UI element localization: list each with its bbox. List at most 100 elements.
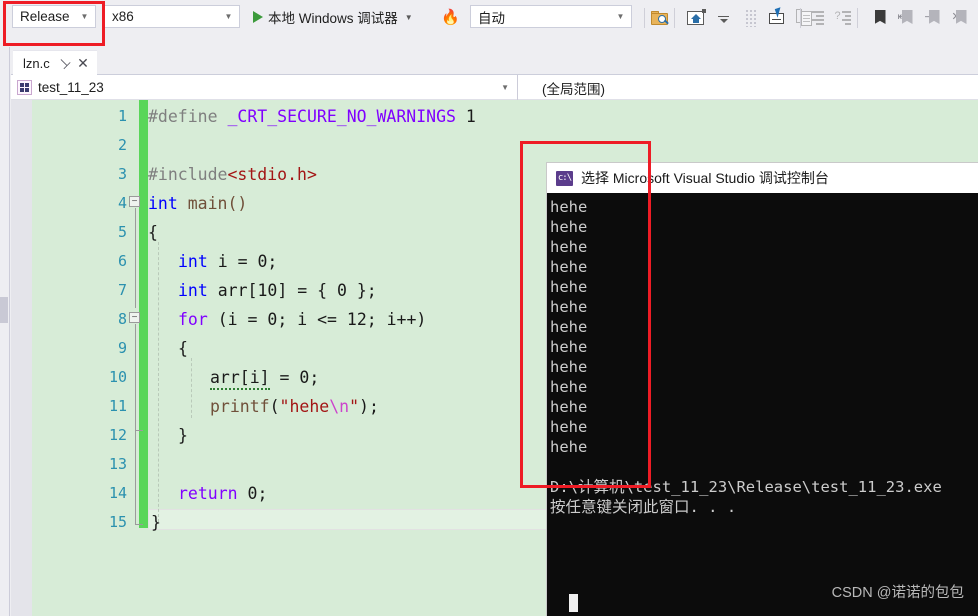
navbar-type-dropdown[interactable]: test_11_23 ▼ — [11, 75, 518, 100]
code-navigation-bar: test_11_23 ▼ (全局范围) — [11, 75, 978, 100]
chevron-down-icon: ▼ — [80, 11, 89, 21]
console-line: hehe — [550, 338, 588, 356]
code-line-10: arr[i] = 0; — [210, 368, 320, 390]
code-line-1: #define _CRT_SECURE_NO_WARNINGS 1 — [148, 107, 476, 126]
token-one: 1 — [465, 107, 476, 126]
code-line-4: int main() — [148, 194, 247, 213]
code-line-3: #include<stdio.h> — [148, 165, 317, 184]
console-title-text: 选择 Microsoft Visual Studio 调试控制台 — [581, 170, 829, 186]
fold-guide — [135, 430, 136, 524]
console-line: hehe — [550, 218, 588, 236]
console-line: hehe — [550, 378, 588, 396]
console-line: hehe — [550, 298, 588, 316]
fold-toggle-main[interactable]: − — [129, 196, 140, 207]
toolbar-divider — [644, 7, 645, 28]
token-crt-macro: _CRT_SECURE_NO_WARNINGS — [227, 107, 456, 126]
toolbar-divider — [800, 7, 801, 28]
tab-label: lzn.c — [23, 55, 50, 71]
chevron-down-icon: ▼ — [224, 11, 233, 21]
start-debugging-label: 本地 Windows 调试器 — [268, 11, 398, 26]
line-number: 13 — [108, 455, 127, 473]
token-assign-zero: = 0; — [269, 368, 320, 387]
token-string-end: " — [349, 397, 360, 416]
cursor-window-icon[interactable] — [765, 5, 790, 30]
fold-toggle-for[interactable]: − — [129, 312, 140, 323]
visual-studio-window: Release ▼ x86 ▼ 本地 Windows 调试器 ▼ 🔥 自动 ▼ — [0, 0, 978, 616]
token-int: int — [178, 281, 208, 300]
prev-bookmark-icon[interactable]: ⇤ — [893, 5, 918, 30]
toolbar-group-search — [644, 5, 675, 30]
line-number: 14 — [108, 484, 127, 502]
debug-type-value: 自动 — [478, 10, 505, 26]
indent-guide — [158, 242, 159, 522]
code-line-12: } — [178, 426, 188, 445]
solution-configuration-dropdown[interactable]: Release ▼ — [12, 5, 96, 28]
home-window-icon[interactable] — [684, 5, 709, 30]
token-paren-open: ( — [269, 397, 280, 416]
drop-line-icon[interactable] — [711, 5, 736, 30]
navbar-type-value: test_11_23 — [38, 80, 104, 95]
debug-type-dropdown[interactable]: 自动 ▼ — [470, 5, 632, 28]
console-caret — [569, 594, 578, 612]
toolbar-group-bookmarks: ⇤ ⇥ ✕ — [866, 5, 972, 30]
console-line: hehe — [550, 358, 588, 376]
close-icon[interactable]: ✕ — [77, 56, 89, 70]
line-number: 6 — [117, 252, 127, 270]
indent-guide — [191, 358, 192, 418]
code-line-7: int arr[10] = { 0 }; — [178, 281, 377, 300]
console-line: hehe — [550, 398, 588, 416]
hot-reload-icon[interactable]: 🔥 — [441, 9, 460, 26]
code-line-6: int i = 0; — [178, 252, 277, 271]
indent-icon[interactable] — [803, 5, 828, 30]
line-number: 15 — [108, 513, 127, 531]
left-tool-window-strip[interactable] — [0, 47, 10, 616]
chevron-down-icon: ▼ — [616, 11, 625, 21]
csdn-watermark: CSDN @诺诺的包包 — [831, 585, 964, 601]
solution-platform-value: x86 — [112, 9, 134, 24]
next-bookmark-icon[interactable]: ⇥ — [920, 5, 945, 30]
start-debugging-button[interactable]: 本地 Windows 调试器 ▼ — [250, 6, 416, 28]
folder-search-icon[interactable] — [647, 5, 672, 30]
clear-bookmarks-icon[interactable]: ✕ — [947, 5, 972, 30]
dotted-grip-icon — [738, 5, 763, 30]
toolbar-group-indent: ? — [800, 5, 858, 30]
fold-guide-end — [135, 524, 143, 525]
editor-breakpoint-gutter[interactable] — [11, 100, 32, 616]
line-number: 8 — [117, 310, 127, 328]
token-printf: printf — [210, 397, 270, 416]
solution-platform-dropdown[interactable]: x86 ▼ — [104, 5, 240, 28]
bookmark-icon[interactable] — [866, 5, 891, 30]
console-exe-path: D:\计算机\test_11_23\Release\test_11_23.exe — [550, 478, 942, 496]
token-int: int — [178, 252, 208, 271]
debug-console-window[interactable]: c:\ 选择 Microsoft Visual Studio 调试控制台 heh… — [547, 163, 978, 616]
console-output-area[interactable]: hehe hehe hehe hehe hehe hehe hehe hehe … — [547, 193, 978, 616]
token-brace-open: { — [148, 223, 158, 242]
navbar-member-dropdown[interactable]: (全局范围) — [518, 75, 818, 100]
token-int: int — [148, 194, 178, 213]
pin-icon[interactable]: ⊣ — [54, 53, 73, 72]
token-main: main() — [177, 194, 248, 213]
token-decl-arr: arr[10] = { 0 }; — [207, 281, 377, 300]
console-title-bar[interactable]: c:\ 选择 Microsoft Visual Studio 调试控制台 — [547, 163, 978, 193]
solution-configuration-value: Release — [20, 9, 70, 24]
line-number: 12 — [108, 426, 127, 444]
tab-lzn-c[interactable]: lzn.c ⊣ ✕ — [13, 50, 97, 75]
token-return: return — [178, 484, 238, 503]
line-number: 10 — [108, 368, 127, 386]
code-line-15: } — [151, 513, 161, 532]
fold-guide — [135, 324, 136, 430]
tool-window-grabber[interactable] — [0, 297, 8, 323]
token-escape: \n — [329, 397, 350, 416]
console-line: hehe — [550, 238, 588, 256]
token-brace-close: } — [151, 513, 161, 532]
question-indent-icon[interactable]: ? — [830, 5, 855, 30]
project-icon — [17, 80, 32, 95]
token-zero: 0; — [237, 484, 268, 503]
token-include: #include — [148, 165, 228, 184]
standard-toolbar: Release ▼ x86 ▼ 本地 Windows 调试器 ▼ 🔥 自动 ▼ — [0, 0, 978, 36]
token-paren-close: ); — [359, 397, 379, 416]
fold-guide-end — [135, 430, 143, 431]
line-number-gutter: 1 2 3 4 5 6 7 8 9 10 11 12 13 14 15 — [32, 100, 139, 616]
chevron-down-icon: ▼ — [501, 83, 509, 92]
play-icon — [253, 11, 263, 23]
